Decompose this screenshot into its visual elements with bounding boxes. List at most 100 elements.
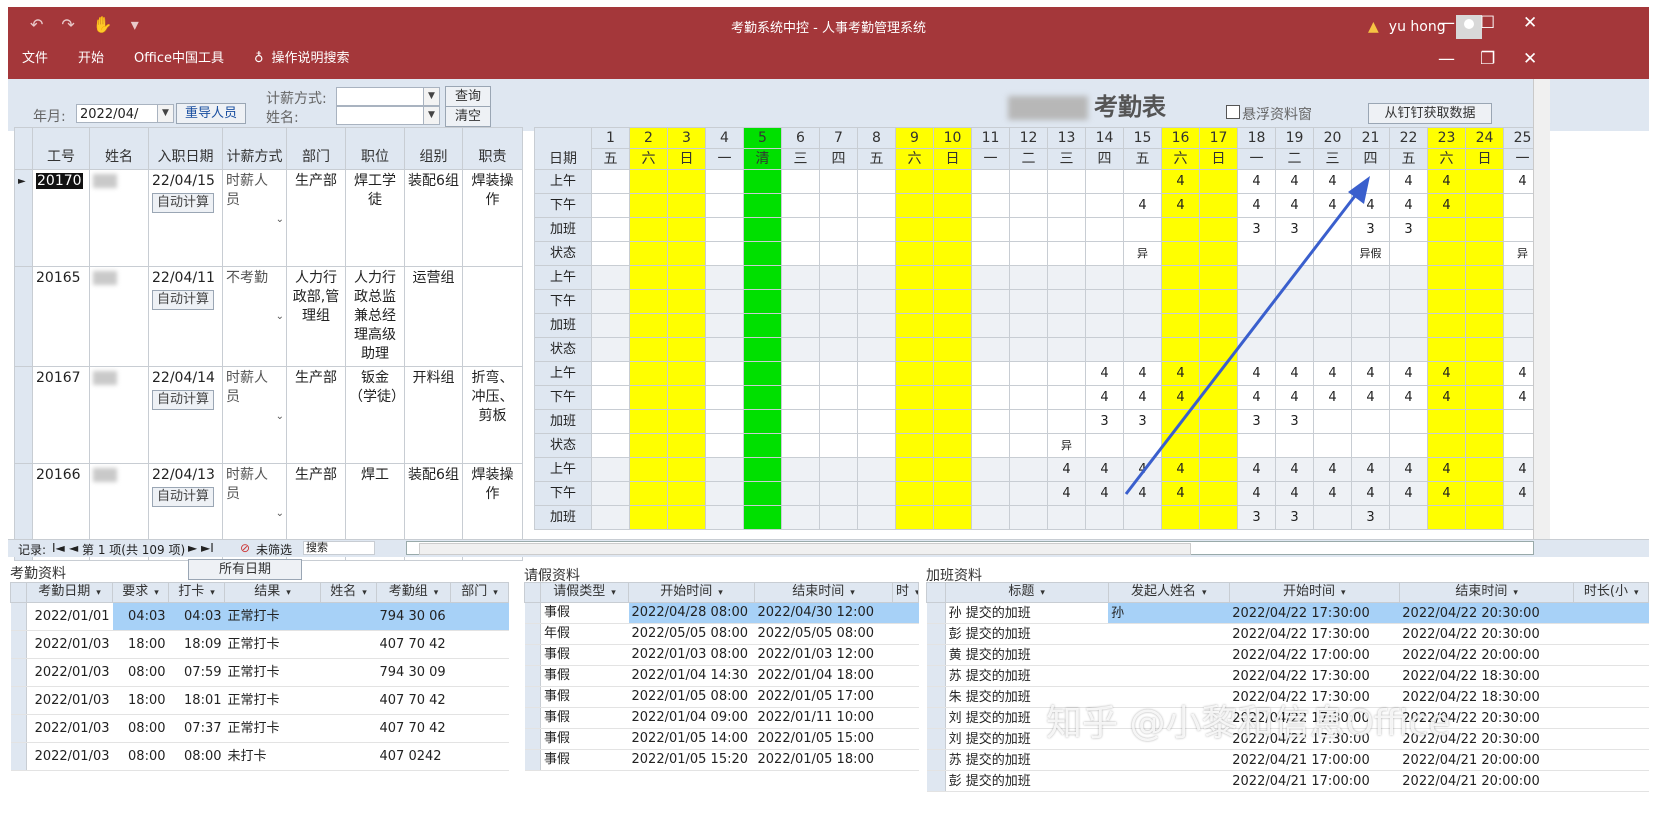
attendance-cell[interactable] <box>781 313 820 338</box>
attendance-cell[interactable] <box>857 505 896 530</box>
leave_info-cell[interactable]: 2022/01/11 10:00 <box>754 707 893 729</box>
list-item[interactable]: 事假 2022/04/28 08:00 2022/04/30 12:00 <box>524 602 919 624</box>
attendance-cell[interactable] <box>1199 337 1238 362</box>
leave_info-cell[interactable]: 事假 <box>540 707 629 729</box>
attendance-cell[interactable] <box>1389 313 1428 338</box>
leave_info-cell[interactable]: 2022/01/04 09:00 <box>628 707 755 729</box>
list-item[interactable]: 孙 提交的加班孙 2022/04/22 17:30:00 2022/04/22 2… <box>926 602 1649 624</box>
attendance-cell[interactable] <box>629 241 668 266</box>
attendance-cell[interactable] <box>1465 481 1504 506</box>
attendance_info-cell[interactable]: 407 70 42 <box>376 630 451 659</box>
attendance-cell[interactable] <box>629 265 668 290</box>
attendance-cell[interactable] <box>1465 265 1504 290</box>
leave_info-cell[interactable]: 事假 <box>540 644 629 666</box>
record-selector[interactable] <box>10 686 27 715</box>
attendance-cell[interactable] <box>1123 505 1162 530</box>
attendance-cell[interactable]: 4 <box>1123 385 1162 410</box>
menu-file[interactable]: 文件 <box>22 47 48 66</box>
attendance-cell[interactable]: 4 <box>1275 169 1314 194</box>
leave_info-cell[interactable] <box>892 665 919 687</box>
attendance-cell[interactable] <box>705 289 744 314</box>
month-dropdown-icon[interactable]: ▼ <box>157 104 174 123</box>
record-selector[interactable] <box>10 742 27 771</box>
attendance-cell[interactable] <box>819 337 858 362</box>
list-item[interactable]: 2022/01/03 18:00 18:09 正常打卡 407 70 42 <box>10 630 509 659</box>
overtime_info-col-header[interactable]: 开始时间 ▾ <box>1228 582 1400 603</box>
record-selector[interactable] <box>524 623 541 645</box>
attendance_info-cell[interactable]: 08:00 <box>112 714 169 743</box>
overtime_info-cell[interactable] <box>1108 623 1230 645</box>
attendance-cell[interactable]: 4 <box>1237 481 1276 506</box>
record-selector[interactable] <box>926 686 946 708</box>
attendance-cell[interactable] <box>1199 241 1238 266</box>
attendance-cell[interactable] <box>1047 265 1086 290</box>
overtime_info-cell[interactable]: 2022/04/21 17:00:00 <box>1229 770 1400 792</box>
attendance-cell[interactable]: 4 <box>1161 193 1200 218</box>
attendance_info-cell[interactable]: 18:00 <box>112 630 169 659</box>
attendance-cell[interactable] <box>895 265 934 290</box>
weekday[interactable]: 四 <box>819 148 858 170</box>
sort-dropdown-icon[interactable]: ▾ <box>1040 588 1045 598</box>
weekday[interactable]: 五 <box>857 148 896 170</box>
employee-group[interactable]: 装配6组 <box>404 169 463 267</box>
record-selector[interactable] <box>10 658 27 687</box>
attendance_info-cell[interactable]: 407 70 42 <box>376 686 451 715</box>
menu-home[interactable]: 开始 <box>78 47 104 66</box>
attendance-cell[interactable] <box>857 433 896 458</box>
attendance-cell[interactable] <box>667 217 706 242</box>
attendance-cell[interactable]: 4 <box>1351 481 1390 506</box>
vertical-scrollbar[interactable] <box>1533 79 1550 539</box>
attendance-cell[interactable]: 3 <box>1275 409 1314 434</box>
attendance-cell[interactable] <box>933 265 972 290</box>
attendance-cell[interactable]: 4 <box>1389 481 1428 506</box>
attendance-cell[interactable] <box>743 241 782 266</box>
attendance-cell[interactable] <box>1161 289 1200 314</box>
overtime_info-cell[interactable] <box>1573 623 1649 645</box>
sort-dropdown-icon[interactable]: ▾ <box>850 588 855 598</box>
attendance-cell[interactable] <box>743 193 782 218</box>
record-selector[interactable] <box>926 602 946 624</box>
employee-row[interactable]: ► 20170 22/04/15 自动计算 时薪人员 ⌄ 生产部 焊工学徒 装配6组 焊装操作 <box>14 169 523 267</box>
attendance-cell[interactable] <box>743 265 782 290</box>
leave_info-cell[interactable]: 2022/01/04 18:00 <box>754 665 893 687</box>
attendance-cell[interactable] <box>819 505 858 530</box>
attendance-cell[interactable]: 4 <box>1427 193 1466 218</box>
day-number[interactable]: 19 <box>1275 127 1314 149</box>
attendance_info-cell[interactable]: 407 0242 <box>376 742 451 771</box>
pay-dropdown-icon[interactable]: ⌄ <box>276 504 284 523</box>
attendance-cell[interactable] <box>591 481 630 506</box>
attendance_info-cell[interactable] <box>320 742 377 771</box>
attendance_info-cell[interactable]: 正常打卡 <box>224 714 321 743</box>
name-dropdown-icon[interactable]: ▼ <box>423 106 440 125</box>
attendance-cell[interactable] <box>1085 337 1124 362</box>
attendance-cell[interactable] <box>667 289 706 314</box>
col-header-group[interactable]: 组别 <box>404 127 463 170</box>
attendance-cell[interactable] <box>667 169 706 194</box>
attendance-cell[interactable] <box>1313 265 1352 290</box>
overtime_info-cell[interactable]: 苏 提交的加班 <box>945 665 1109 687</box>
attendance-cell[interactable]: 4 <box>1085 385 1124 410</box>
overtime_info-cell[interactable]: 孙 <box>1108 602 1230 624</box>
attendance-cell[interactable] <box>705 265 744 290</box>
attendance-cell[interactable] <box>1389 265 1428 290</box>
leave_info-col-header[interactable]: 结束时间 ▾ <box>754 582 893 603</box>
attendance-cell[interactable] <box>1351 337 1390 362</box>
attendance-cell[interactable]: 4 <box>1427 457 1466 482</box>
attendance_info-cell[interactable]: 407 70 42 <box>376 714 451 743</box>
list-item[interactable]: 事假 2022/01/04 09:00 2022/01/11 10:00 <box>524 707 919 729</box>
attendance-cell[interactable] <box>1009 337 1048 362</box>
search-input[interactable]: 搜索 <box>303 541 375 555</box>
auto-calc-button[interactable]: 自动计算 <box>152 290 215 310</box>
day-number[interactable]: 1 <box>591 127 630 149</box>
attendance-cell[interactable]: 4 <box>1123 457 1162 482</box>
weekday[interactable]: 五 <box>1389 148 1428 170</box>
employee-group[interactable]: 开料组 <box>404 366 463 464</box>
attendance-cell[interactable]: 4 <box>1047 481 1086 506</box>
attendance-cell[interactable] <box>591 385 630 410</box>
attendance-cell[interactable]: 4 <box>1237 193 1276 218</box>
attendance-cell[interactable] <box>1427 265 1466 290</box>
day-number[interactable]: 21 <box>1351 127 1390 149</box>
list-item[interactable]: 苏 提交的加班 2022/04/22 17:30:00 2022/04/22 18:… <box>926 665 1649 687</box>
attendance-cell[interactable] <box>1161 313 1200 338</box>
attendance-cell[interactable] <box>933 361 972 386</box>
